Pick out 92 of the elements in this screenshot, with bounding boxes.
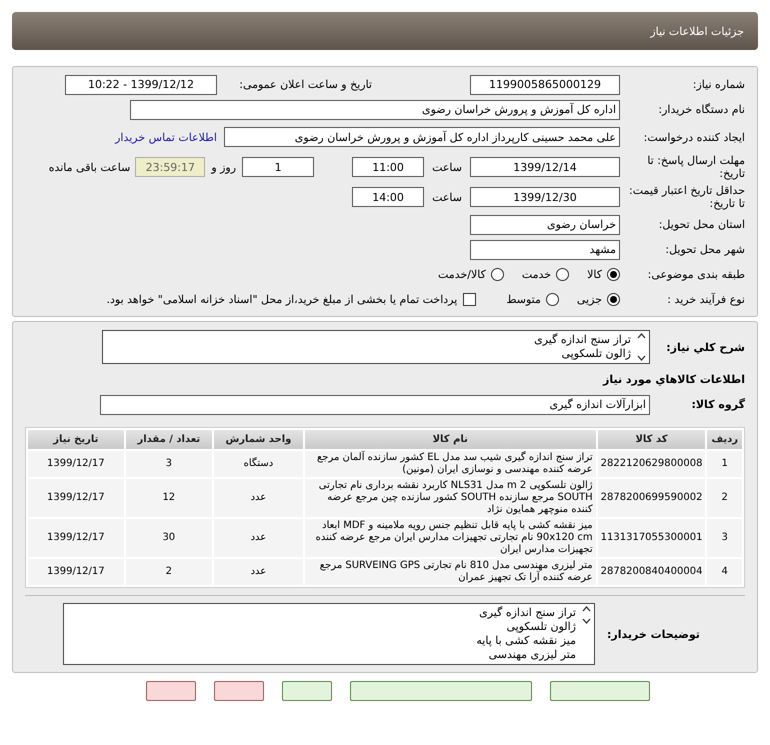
text-line: میز نقشه کشی با پایه <box>476 634 576 648</box>
table-cell: میز نقشه کشی با پایه قابل تنظیم جنس رویه ملامینه و MDF ابعاد 90x120 cm نام تجارتی تجهیزات مدارس ایران مرجع عرضه کننده تجهیزات مدارس ایران <box>304 519 596 557</box>
field-label: شماره نیاز: <box>692 78 745 91</box>
field-label: ساعت <box>432 190 462 204</box>
action-button[interactable] <box>146 681 196 701</box>
radio-button[interactable] <box>607 293 620 306</box>
scroll-down-icon[interactable] <box>582 618 590 624</box>
checkbox-label: پرداخت تمام یا بخشی از مبلغ خرید،از محل "اسناد خزانه اسلامی" خواهد بود. <box>106 293 458 306</box>
section-heading: اطلاعات كالاهاي مورد نياز <box>602 373 745 386</box>
field-label: ایجاد کننده درخواست: <box>642 130 745 144</box>
table-cell: عدد <box>214 479 303 517</box>
scroll-up-icon[interactable] <box>582 606 590 612</box>
text-line: ژالون تلسکوپی <box>560 347 631 361</box>
city-field: مشهد <box>470 240 620 260</box>
table-cell: 1399/12/17 <box>28 519 124 557</box>
table-cell: تراز سنج اندازه گیری شیب سد مدل EL کشور سازنده آلمان مرجع عرضه کننده مهندسی و نوسازی ایران (مونین) <box>304 451 596 477</box>
remaining-time-field: 23:59:17 <box>135 157 206 177</box>
page-header: جزئیات اطلاعات نیاز <box>12 12 758 50</box>
table-cell: عدد <box>214 519 303 557</box>
field-label: شرح كلي نياز: <box>665 340 745 354</box>
action-button[interactable] <box>550 681 650 701</box>
radio-label: کالا <box>587 268 602 281</box>
need-number-field: 1199005865000129 <box>470 74 620 94</box>
radio-label: متوسط <box>506 293 541 306</box>
table-cell: 1399/12/17 <box>28 559 124 585</box>
table-cell: 3 <box>707 519 742 557</box>
field-label: شهر محل تحویل: <box>664 243 745 256</box>
summary-textarea[interactable]: تراز سنج اندازه گیری ژالون تلسکوپی <box>102 330 650 364</box>
field-label: نام دستگاه خریدار: <box>657 103 745 116</box>
radio-label: خدمت <box>522 268 552 281</box>
deadline-date-field: 1399/12/14 <box>470 157 620 177</box>
table-cell: دستگاه <box>214 451 303 477</box>
checkbox[interactable] <box>463 293 476 306</box>
field-label: طبقه بندی موضوعی: <box>646 268 745 281</box>
table-cell: 30 <box>126 519 212 557</box>
validity-date-field: 1399/12/30 <box>470 187 620 207</box>
action-button[interactable] <box>214 681 264 701</box>
table-cell: عدد <box>214 559 303 585</box>
field-label: نوع فرآیند خرید : <box>666 293 745 306</box>
column-header: ردیف <box>707 430 742 449</box>
table-cell: 1 <box>707 451 742 477</box>
validity-time-field: 14:00 <box>352 187 424 207</box>
action-button[interactable] <box>350 681 532 701</box>
table-cell: 2822120629800008 <box>598 451 706 477</box>
radio-button[interactable] <box>490 268 504 281</box>
table-cell: 2 <box>707 479 742 517</box>
field-label: حداقل تاریخ اعتبار قیمت: تا تاریخ: <box>628 184 745 210</box>
table-cell: 2 <box>126 559 212 585</box>
column-header: نام کالا <box>304 430 596 449</box>
table-cell: 1399/12/17 <box>28 479 124 517</box>
table-cell: 4 <box>707 559 742 585</box>
table-cell: 1399/12/17 <box>28 451 124 477</box>
buyer-notes-textarea[interactable]: تراز سنج اندازه گیری ژالون تلسکوپی میز نقشه کشی با پایه متر لیزری مهندسی <box>63 603 595 665</box>
text-line: ژالون تلسکوپی <box>506 620 576 634</box>
radio-button[interactable] <box>607 268 620 281</box>
buyer-org-field: اداره کل آموزش و پرورش خراسان رضوی <box>130 100 620 120</box>
contact-link[interactable]: اطلاعات تماس خریدار <box>115 130 217 144</box>
scroll-down-icon[interactable] <box>636 355 646 361</box>
column-header: تعداد / مقدار <box>126 430 212 449</box>
radio-button[interactable] <box>546 293 559 306</box>
scroll-up-icon[interactable] <box>636 333 646 339</box>
table-cell: متر لیزری مهندسی مدل 810 نام تجارتی SURVEING GPS مرجع عرضه کننده آرا تک تجهیز عمران <box>304 559 596 585</box>
announce-date-field: 1399/12/12 - 10:22 <box>65 74 217 94</box>
field-label: ساعت باقی مانده <box>48 160 130 174</box>
creator-field: علی محمد حسینی کارپرداز اداره کل آموزش و پرورش خراسان رضوی <box>224 127 620 147</box>
deadline-time-field: 11:00 <box>352 157 424 177</box>
field-label: تاریخ و ساعت اعلان عمومی: <box>238 78 372 91</box>
field-label: روز و <box>211 160 236 174</box>
days-field: 1 <box>242 157 314 177</box>
radio-label: کالا/خدمت <box>438 268 486 281</box>
radio-button[interactable] <box>556 268 570 281</box>
province-field: خراسان رضوی <box>470 214 620 234</box>
table-cell: 2878200840400004 <box>598 559 706 585</box>
field-label: استان محل تحویل: <box>658 218 745 231</box>
action-button[interactable] <box>282 681 332 701</box>
table-cell: 1131317055300001 <box>598 519 706 557</box>
goods-group-field: ابزارآلات اندازه گیری <box>100 394 650 414</box>
table-cell: 3 <box>126 451 212 477</box>
text-line: تراز سنج اندازه گیری <box>478 606 576 620</box>
text-line: متر لیزری مهندسی <box>488 648 576 662</box>
table-cell: ژالون تلسکوپی m 2 مدل NLS31 کاربرد نقشه برداری نام تجارتی SOUTH مرجع سازنده SOUTH کشور سازنده چین مرجع عرضه کننده منوچهر همایون نژاد <box>304 479 596 517</box>
column-header: واحد شمارش <box>214 430 303 449</box>
table-cell: 2878200699590002 <box>598 479 706 517</box>
column-header: تاریخ نیاز <box>28 430 124 449</box>
text-line: تراز سنج اندازه گیری <box>534 333 631 347</box>
field-label: توضیحات خریدار: <box>606 628 701 640</box>
radio-label: جزیی <box>576 293 602 306</box>
field-label: مهلت ارسال پاسخ: تا تاریخ: <box>646 154 745 180</box>
field-label: ساعت <box>432 160 462 174</box>
table-cell: 12 <box>126 479 212 517</box>
field-label: گروه کالا: <box>690 398 745 411</box>
column-header: کد کالا <box>598 430 706 449</box>
